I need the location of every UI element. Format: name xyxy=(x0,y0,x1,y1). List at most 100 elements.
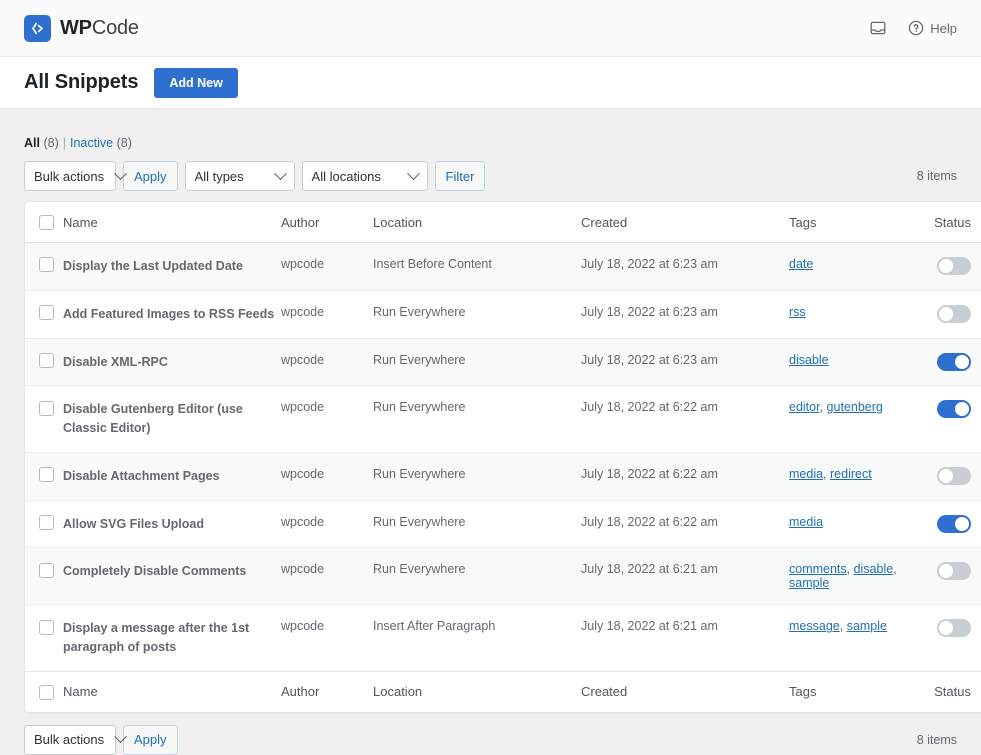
snippet-name-link[interactable]: Allow SVG Files Upload xyxy=(63,501,281,549)
column-header-tags[interactable]: Tags xyxy=(789,202,925,243)
column-footer-tags[interactable]: Tags xyxy=(789,671,925,712)
snippets-table: Name Author Location Created Tags Status… xyxy=(24,201,981,713)
toggle-knob xyxy=(939,469,953,483)
view-link-all[interactable]: All (8) xyxy=(24,136,59,150)
tag-link[interactable]: comments xyxy=(789,562,847,576)
snippet-status-cell xyxy=(925,605,981,671)
status-toggle[interactable] xyxy=(937,467,971,485)
row-checkbox[interactable] xyxy=(39,563,54,578)
tag-link[interactable]: sample xyxy=(847,619,887,633)
inbox-tray-icon[interactable] xyxy=(870,20,886,36)
column-footer-location[interactable]: Location xyxy=(373,671,581,712)
select-all-checkbox-bottom[interactable] xyxy=(39,685,54,700)
toggle-knob xyxy=(939,621,953,635)
snippet-name-link[interactable]: Completely Disable Comments xyxy=(63,548,281,605)
snippet-status-cell xyxy=(925,453,981,501)
apply-button-top[interactable]: Apply xyxy=(123,161,178,191)
types-filter-value: All types xyxy=(195,169,264,184)
column-header-name[interactable]: Name xyxy=(63,202,281,243)
snippet-name-link[interactable]: Disable Gutenberg Editor (use Classic Ed… xyxy=(63,386,281,453)
column-header-author[interactable]: Author xyxy=(281,202,373,243)
select-all-checkbox-top[interactable] xyxy=(39,215,54,230)
row-checkbox[interactable] xyxy=(39,620,54,635)
bulk-actions-select[interactable]: Bulk actions xyxy=(24,161,116,191)
snippet-name-link[interactable]: Display a message after the 1st paragrap… xyxy=(63,605,281,671)
types-filter-select[interactable]: All types xyxy=(185,161,295,191)
snippet-created: July 18, 2022 at 6:23 am xyxy=(581,291,789,339)
column-footer-name[interactable]: Name xyxy=(63,671,281,712)
tag-link[interactable]: media xyxy=(789,515,823,529)
apply-button-bottom[interactable]: Apply xyxy=(123,725,178,755)
row-checkbox[interactable] xyxy=(39,305,54,320)
bulk-actions-select-bottom[interactable]: Bulk actions xyxy=(24,725,116,755)
tag-link[interactable]: disable xyxy=(789,353,829,367)
view-link-inactive[interactable]: Inactive (8) xyxy=(70,136,132,150)
tag-link[interactable]: rss xyxy=(789,305,806,319)
status-toggle[interactable] xyxy=(937,257,971,275)
table-row: Completely Disable CommentswpcodeRun Eve… xyxy=(25,548,981,605)
snippet-tags: date xyxy=(789,243,925,291)
status-toggle[interactable] xyxy=(937,619,971,637)
column-footer-status[interactable]: Status xyxy=(925,671,981,712)
status-toggle[interactable] xyxy=(937,562,971,580)
tag-link[interactable]: editor xyxy=(789,400,820,414)
row-checkbox[interactable] xyxy=(39,467,54,482)
view-link-inactive-label: Inactive xyxy=(70,136,113,150)
table-row: Add Featured Images to RSS FeedswpcodeRu… xyxy=(25,291,981,339)
tag-link[interactable]: gutenberg xyxy=(827,400,883,414)
snippet-name-link[interactable]: Display the Last Updated Date xyxy=(63,243,281,291)
row-checkbox[interactable] xyxy=(39,401,54,416)
brand-name: WPCode xyxy=(60,17,139,40)
bulk-actions-value: Bulk actions xyxy=(34,169,104,184)
tag-link[interactable]: media xyxy=(789,467,823,481)
status-toggle[interactable] xyxy=(937,305,971,323)
tag-link[interactable]: sample xyxy=(789,576,829,590)
status-toggle[interactable] xyxy=(937,353,971,371)
add-new-button[interactable]: Add New xyxy=(154,68,237,98)
view-filter-links: All (8)|Inactive (8) xyxy=(24,135,957,151)
help-button[interactable]: Help xyxy=(908,20,957,36)
snippet-name-link[interactable]: Disable Attachment Pages xyxy=(63,453,281,501)
snippet-status-cell xyxy=(925,243,981,291)
snippet-location: Run Everywhere xyxy=(373,501,581,549)
brand-logo[interactable]: WPCode xyxy=(24,15,139,42)
snippet-author: wpcode xyxy=(281,605,373,671)
row-checkbox[interactable] xyxy=(39,257,54,272)
select-all-header xyxy=(25,202,63,243)
code-slash-icon xyxy=(24,15,51,42)
column-footer-author[interactable]: Author xyxy=(281,671,373,712)
status-toggle[interactable] xyxy=(937,515,971,533)
tag-link[interactable]: redirect xyxy=(830,467,872,481)
column-header-status[interactable]: Status xyxy=(925,202,981,243)
view-link-all-label: All xyxy=(24,136,40,150)
table-header-row: Name Author Location Created Tags Status xyxy=(25,202,981,243)
snippet-location: Run Everywhere xyxy=(373,291,581,339)
snippet-name-link[interactable]: Disable XML-RPC xyxy=(63,339,281,387)
snippet-tags: media xyxy=(789,501,925,549)
row-checkbox[interactable] xyxy=(39,353,54,368)
snippet-author: wpcode xyxy=(281,548,373,605)
filter-button[interactable]: Filter xyxy=(435,161,486,191)
snippet-created: July 18, 2022 at 6:23 am xyxy=(581,243,789,291)
row-checkbox[interactable] xyxy=(39,515,54,530)
table-foot: Name Author Location Created Tags Status xyxy=(25,671,981,712)
items-count-bottom: 8 items xyxy=(917,733,957,747)
table-footer-row: Name Author Location Created Tags Status xyxy=(25,671,981,712)
column-header-created[interactable]: Created xyxy=(581,202,789,243)
toggle-knob xyxy=(955,517,969,531)
snippet-created: July 18, 2022 at 6:21 am xyxy=(581,548,789,605)
snippet-status-cell xyxy=(925,548,981,605)
tag-link[interactable]: date xyxy=(789,257,813,271)
tag-link[interactable]: message xyxy=(789,619,840,633)
items-count-top: 8 items xyxy=(917,169,957,183)
main-content: All (8)|Inactive (8) Bulk actions Apply … xyxy=(0,109,981,755)
column-header-location[interactable]: Location xyxy=(373,202,581,243)
tag-link[interactable]: disable xyxy=(854,562,894,576)
status-toggle[interactable] xyxy=(937,400,971,418)
view-link-inactive-count: (8) xyxy=(117,136,132,150)
locations-filter-select[interactable]: All locations xyxy=(302,161,428,191)
toggle-knob xyxy=(955,355,969,369)
snippet-name-link[interactable]: Add Featured Images to RSS Feeds xyxy=(63,291,281,339)
column-footer-created[interactable]: Created xyxy=(581,671,789,712)
table-row: Disable Attachment PageswpcodeRun Everyw… xyxy=(25,453,981,501)
